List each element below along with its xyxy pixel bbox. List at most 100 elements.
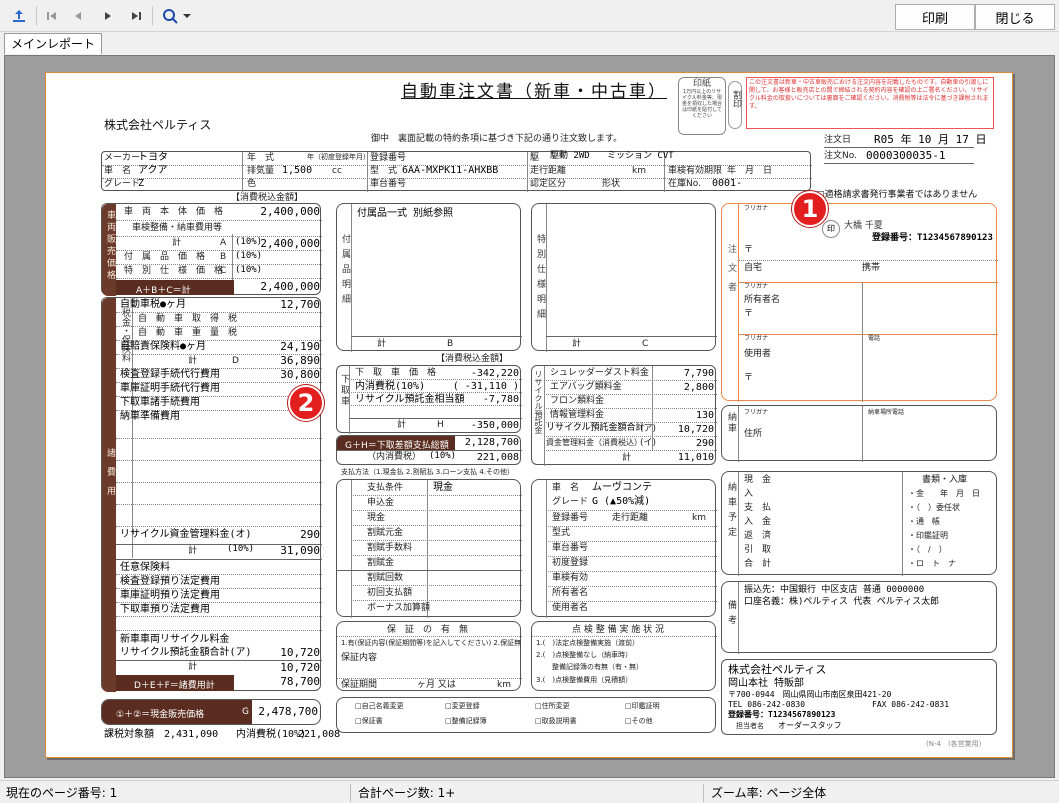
- user-postal-label: 〒: [744, 373, 754, 383]
- a-row-0-label: 車 両 本 体 価 格: [124, 207, 224, 217]
- b-row-7-label: 下取車諸手続費用: [120, 397, 200, 408]
- trade-in-section: 下取車 下 取 車 価 格 -342,220 内消費税(10%) ( -31,1…: [336, 365, 522, 434]
- b-row-8-label: 納車準備費用: [120, 411, 180, 422]
- seal-note: 1万円以上のリサイクル料金等、現金を領収した場合は印紙を貼付してください: [681, 89, 722, 119]
- trade-row-2-amount: -7,780: [482, 394, 519, 405]
- year-label: 年 式: [247, 153, 275, 163]
- b-row-0-amount: 12,700: [280, 298, 320, 311]
- payment-row-5-label: 割賦金: [367, 558, 395, 568]
- special-total-tag: C: [642, 339, 649, 349]
- tab-bar: メインレポート: [0, 33, 1059, 55]
- payment-row-1-label: 申込金: [367, 498, 395, 508]
- schedule-right-4: ・（ / ）: [908, 545, 947, 554]
- previous-page-icon[interactable]: [68, 5, 88, 27]
- trade-car-grade-value: G (▲50%減): [592, 496, 651, 507]
- trade-car-mileage-label: 走行距離: [612, 513, 649, 523]
- payment-row-3-label: 割賦元金: [367, 528, 404, 538]
- mileage-unit: km: [632, 166, 646, 176]
- a-row-4-tag: C: [220, 266, 227, 276]
- warranty-period-unit: ヶ月 又は: [417, 680, 456, 690]
- balance-amount: 2,128,700: [464, 437, 519, 448]
- recycle-row-5-amount: 290: [695, 438, 714, 449]
- buyer-name-small: 大橋 千夏: [844, 221, 883, 231]
- b-row-4-label: 計: [188, 356, 198, 366]
- mileage-label: 走行距離: [530, 166, 567, 176]
- schedule-row-0: 現 金: [744, 475, 772, 485]
- export-icon[interactable]: [8, 5, 30, 27]
- stock-label: 在庫No.: [668, 179, 701, 189]
- b-recycle-amount: 290: [300, 528, 320, 541]
- next-page-icon[interactable]: [98, 5, 118, 27]
- doc-note-line: 御中 裏面記載の特約条項に基づき下記の通り注文致します。: [371, 134, 623, 144]
- schedule-section: 納車予定 現 金 入 支 払 入 金 返 済 引 取 合 計 書類・入庫 ・金 …: [721, 471, 997, 576]
- inspection-section: 点 検 整 備 実 施 状 況 1.( )法定点検整備実施（渡前） 2.( )点…: [531, 621, 717, 691]
- seller-staff-label: 担当者名: [736, 722, 764, 730]
- grand-total-row: ①＋②＝現金販売価格 G 2,478,700: [101, 699, 321, 725]
- close-button[interactable]: 閉じる: [975, 4, 1055, 30]
- recycle-row-2-label: フロン類料金: [550, 396, 605, 406]
- last-page-icon[interactable]: [126, 5, 146, 27]
- user-name-label: 使用者: [744, 349, 772, 359]
- payment-row-8-label: ボーナス加算額: [367, 603, 431, 613]
- date-value: R05 年 10 月 17 日: [874, 133, 987, 146]
- tab-main-report[interactable]: メインレポート: [4, 33, 103, 54]
- recycle-row-0-label: シュレッダーダスト料金: [550, 368, 649, 378]
- buyer-seal: 印: [822, 220, 840, 238]
- seller-postal: 〒700-0944 岡山県岡山市南区泉田421-20: [728, 690, 892, 699]
- b-deposit-3-label: 下取車預り法定費用: [120, 604, 210, 615]
- toolbar: 印刷 閉じる: [0, 0, 1059, 32]
- b-deposit-1-label: 検査登録預り法定費用: [120, 576, 220, 587]
- accessories-text: 付属品一式 別紙参照: [357, 208, 454, 219]
- recycle-row-4-amount: 10,720: [677, 424, 714, 435]
- recycle-row-3-label: 情報管理料金: [550, 410, 605, 420]
- first-page-icon[interactable]: [42, 5, 62, 27]
- trade-total-amount: -350,000: [470, 420, 519, 431]
- special-total-label: 計: [572, 339, 582, 349]
- recycle-row-1-label: エアバッグ類料金: [550, 382, 622, 392]
- schedule-right-3: ・印鑑証明: [908, 531, 948, 540]
- schedule-right-0: ・金 年 月 日: [908, 489, 980, 498]
- schedule-row-4: 返 済: [744, 531, 772, 541]
- inspection-row-2: 整備記録簿の有無（有・無）: [552, 663, 643, 671]
- a-row-3-tag: B: [220, 252, 227, 262]
- footer-option-0: □自己名義変更: [355, 702, 404, 710]
- zoom-menu-icon[interactable]: [160, 5, 194, 27]
- a-total-label: A＋B＋C＝計: [116, 280, 234, 296]
- trade-row-1-amount: ( -31,110 ): [452, 381, 519, 392]
- callout-badge-1: 1: [792, 191, 828, 227]
- inspection-unit: 年 月 日: [727, 166, 773, 176]
- inspection-title: 点 検 整 備 実 施 状 況: [572, 625, 665, 635]
- b-sum-amount: 78,700: [280, 675, 320, 688]
- b-deposit-recycle-amount: 10,720: [280, 646, 320, 659]
- maker-value: トヨタ: [138, 152, 168, 163]
- shape-label: 形状: [602, 179, 621, 189]
- print-button[interactable]: 印刷: [895, 4, 975, 30]
- fees-section: 諸費用 税金・保険料 自動車税●ヶ月 12,700 自 動 車 取 得 税 自 …: [101, 297, 322, 692]
- b-deposit-2-label: 車庫証明預り法定費用: [120, 590, 220, 601]
- report-viewport[interactable]: 自動車注文書（新車・中古車） 株式会社ペルティス 御中 裏面記載の特約条項に基づ…: [4, 55, 1055, 778]
- b-row-5-label: 検査登録手続代行費用: [120, 369, 220, 380]
- a-row-4-label: 特 別 仕 様 価 格: [124, 266, 224, 276]
- user-kana-label: フリガナ: [744, 335, 769, 342]
- drive-value: 駆動 2WD: [550, 151, 590, 161]
- delivery-addr-label: 住所: [744, 429, 763, 439]
- b-sum-label: D＋E＋F＝諸費用計: [116, 675, 234, 691]
- schedule-right-title: 書類・入庫: [922, 475, 968, 485]
- a-row-0-amount: 2,400,000: [260, 205, 320, 218]
- recycle-side-label: リサイクル預託金: [534, 370, 543, 434]
- owner-kana-label: フリガナ: [744, 283, 769, 290]
- doc-title: 自動車注文書（新車・中古車）: [401, 82, 667, 102]
- cc-label: 排気量: [247, 166, 275, 176]
- trade-car-row-1: 型式: [552, 528, 571, 538]
- status-current-page: 現在のページ番号: 1: [6, 786, 118, 800]
- stamp-box: 割印: [728, 81, 742, 129]
- b-row-3-amount: 24,190: [280, 340, 320, 353]
- doc-company: 株式会社ペルティス: [104, 118, 212, 132]
- delivery-kana-label: フリガナ: [744, 409, 769, 416]
- a-total-amount: 2,400,000: [260, 280, 320, 293]
- grand-total-label: ①＋②＝現金販売価格: [102, 700, 252, 724]
- invoice-note: □適格請求書発行事業者ではありません: [816, 190, 978, 200]
- b-deposit-recycle-sub: リサイクル預託金額合計(ア): [120, 647, 252, 658]
- maker-label: メーカー: [104, 153, 141, 163]
- buyer-name-label: 注文者: [726, 244, 736, 301]
